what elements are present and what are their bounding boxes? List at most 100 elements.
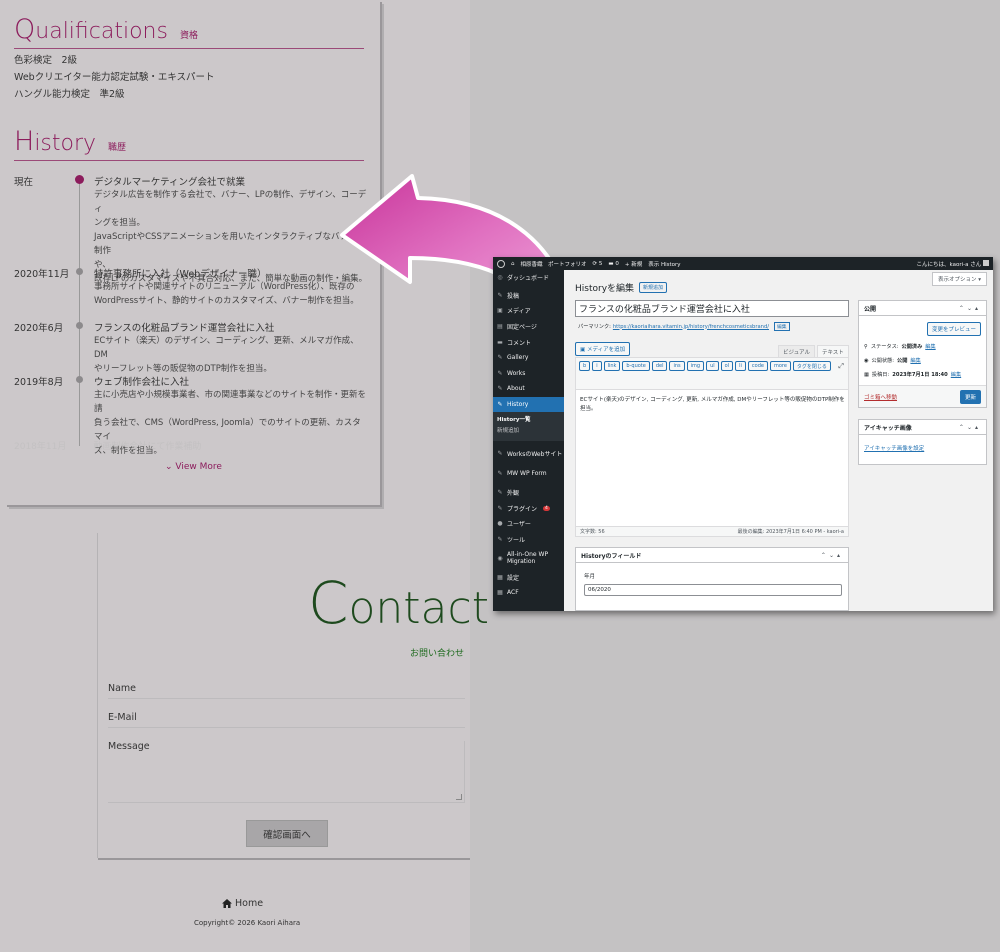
screen-options-button[interactable]: 表示オプション ▾ bbox=[931, 272, 987, 286]
wp-admin-bar: ⌂ 相原香織 ポートフォリオ ⟳ 5 ▬ 0 + 新規 表示 History こ… bbox=[493, 257, 993, 270]
comment-icon: ▬ bbox=[497, 338, 503, 346]
sidebar-item-plugins[interactable]: ✎ プラグイン 4 bbox=[493, 501, 564, 517]
qualifications-list: 色彩検定 2級 Webクリエイター能力認定試験・エキスパート ハングル能力検定 … bbox=[14, 52, 215, 103]
quicktag-button[interactable]: del bbox=[651, 361, 668, 371]
quicktag-button[interactable]: ul bbox=[706, 361, 719, 371]
wordpress-logo-icon bbox=[497, 259, 505, 268]
box-controls-icon[interactable]: ⌃⌄▴ bbox=[821, 552, 843, 559]
message-field[interactable]: Message bbox=[108, 741, 465, 803]
sidebar-item-pages[interactable]: ▤ 固定ページ bbox=[493, 319, 564, 335]
wrench-icon: ✎ bbox=[497, 536, 503, 544]
footer-home-link[interactable]: Home bbox=[222, 898, 263, 909]
pin-icon: ✎ bbox=[497, 401, 503, 409]
confirm-button[interactable]: 確認画面へ bbox=[246, 820, 328, 847]
sidebar-item-media[interactable]: ▣ メディア bbox=[493, 303, 564, 319]
sidebar-item-settings[interactable]: ▦ 設定 bbox=[493, 569, 564, 585]
sidebar-item-acf[interactable]: ▦ ACF bbox=[493, 585, 564, 601]
qualification-item: ハングル能力検定 準2級 bbox=[14, 89, 125, 100]
quicktag-button[interactable]: li bbox=[735, 361, 746, 371]
resize-handle-icon[interactable] bbox=[456, 794, 462, 800]
year-month-input[interactable]: 06/2020 bbox=[584, 584, 842, 596]
sidebar-item-appearance[interactable]: ✎ 外観 bbox=[493, 485, 564, 501]
pin-icon: ✎ bbox=[497, 469, 503, 477]
wordpress-editor-screenshot: ⌂ 相原香織 ポートフォリオ ⟳ 5 ▬ 0 + 新規 表示 History こ… bbox=[493, 257, 993, 611]
trash-link[interactable]: ゴミ箱へ移動 bbox=[864, 393, 897, 401]
dashboard-icon: ◎ bbox=[497, 274, 503, 282]
quicktag-button[interactable]: link bbox=[603, 361, 621, 371]
user-greeting[interactable]: こんにちは、kaori-a さん bbox=[917, 259, 989, 268]
sidebar-item-migration[interactable]: ◉ All-in-One WP Migration bbox=[493, 547, 564, 569]
page-title: Historyを編集 新規追加 bbox=[575, 281, 668, 294]
sidebar-item-users[interactable]: ● ユーザー bbox=[493, 516, 564, 532]
add-new-button[interactable]: 新規追加 bbox=[639, 282, 668, 293]
pin-icon: ✎ bbox=[497, 291, 503, 299]
contact-heading: Contact bbox=[308, 569, 489, 637]
quicktag-button[interactable]: i bbox=[592, 361, 602, 371]
add-media-button[interactable]: ▣ メディアを追加 bbox=[575, 342, 631, 356]
post-title-input[interactable]: フランスの化粧品ブランド運営会社に入社 bbox=[575, 300, 849, 317]
qualification-item: Webクリエイター能力認定試験・エキスパート bbox=[14, 72, 215, 83]
pin-icon: ✎ bbox=[497, 385, 503, 393]
preview-changes-button[interactable]: 変更をプレビュー bbox=[926, 322, 981, 336]
box-controls-icon[interactable]: ⌃⌄▴ bbox=[959, 305, 981, 312]
plugin-update-badge: 4 bbox=[543, 505, 550, 511]
view-more-link[interactable]: ⌄ View More bbox=[165, 462, 222, 472]
timeline-dot bbox=[76, 376, 83, 383]
sidebar-item-tools[interactable]: ✎ ツール bbox=[493, 532, 564, 548]
permalink-url[interactable]: https://kaoriaihara.vitamin.jp/history/f… bbox=[613, 324, 769, 330]
history-submenu: History一覧 新規追加 bbox=[493, 412, 564, 442]
fullscreen-icon[interactable]: ⤢ bbox=[838, 362, 844, 371]
name-field[interactable]: Name bbox=[108, 683, 465, 699]
migration-icon: ◉ bbox=[497, 554, 503, 562]
media-icon: ▣ bbox=[580, 347, 587, 353]
set-featured-image-link[interactable]: アイキャッチ画像を設定 bbox=[864, 444, 924, 452]
page-icon: ▤ bbox=[497, 323, 503, 331]
quicktags-toolbar: b i link b-quote del ins img ul ol li co… bbox=[576, 358, 848, 390]
quicktag-button[interactable]: タグを閉じる bbox=[792, 361, 831, 371]
visibility-edit-link[interactable]: 編集 bbox=[910, 357, 920, 364]
sidebar-item-gallery[interactable]: ✎ Gallery bbox=[493, 350, 564, 366]
date-edit-link[interactable]: 編集 bbox=[951, 371, 961, 378]
comments-icon[interactable]: ▬ 0 bbox=[608, 261, 618, 267]
plugin-icon: ✎ bbox=[497, 504, 503, 512]
sidebar-item-history[interactable]: ✎ History bbox=[493, 396, 564, 413]
qualification-item: 色彩検定 2級 bbox=[14, 55, 78, 66]
quicktag-button[interactable]: code bbox=[747, 361, 768, 371]
avatar bbox=[983, 259, 989, 266]
contact-card: Contact お問い合わせ Name E-Mail Message 確認画面へ bbox=[98, 533, 489, 858]
user-icon: ● bbox=[497, 520, 503, 528]
updates-icon[interactable]: ⟳ 5 bbox=[593, 261, 603, 267]
qualifications-heading: Qualifications 資格 bbox=[14, 14, 364, 49]
sidebar-item-posts[interactable]: ✎ 投稿 bbox=[493, 288, 564, 304]
quicktag-button[interactable]: ins bbox=[669, 361, 685, 371]
home-icon: ⌂ bbox=[511, 260, 515, 267]
new-content-button[interactable]: + 新規 bbox=[625, 260, 642, 268]
sidebar-item-comments[interactable]: ▬ コメント bbox=[493, 334, 564, 350]
submenu-item-add-new[interactable]: 新規追加 bbox=[497, 426, 564, 437]
quicktag-button[interactable]: b bbox=[579, 361, 591, 371]
submenu-item-history-list[interactable]: History一覧 bbox=[497, 415, 564, 426]
quicktag-button[interactable]: more bbox=[769, 361, 791, 371]
sidebar-item-works-website[interactable]: ✎ WorksのWebサイト bbox=[493, 441, 564, 465]
content-editor[interactable]: b i link b-quote del ins img ul ol li co… bbox=[575, 357, 849, 537]
sidebar-item-dashboard[interactable]: ◎ ダッシュボード bbox=[493, 270, 564, 286]
box-controls-icon[interactable]: ⌃⌄▴ bbox=[959, 424, 981, 431]
quicktag-button[interactable]: img bbox=[686, 361, 705, 371]
status-edit-link[interactable]: 編集 bbox=[925, 343, 935, 350]
timeline-dot bbox=[76, 268, 83, 275]
sidebar-item-works[interactable]: ✎ Works bbox=[493, 366, 564, 382]
quicktag-button[interactable]: b-quote bbox=[622, 361, 650, 371]
permalink: パーマリンク: https://kaoriaihara.vitamin.jp/h… bbox=[578, 322, 790, 331]
permalink-edit-button[interactable]: 編集 bbox=[773, 322, 790, 331]
email-field[interactable]: E-Mail bbox=[108, 712, 465, 728]
editor-content[interactable]: ECサイト(楽天)のデザイン, コーディング, 更新, メルマガ作成, DMやリ… bbox=[580, 396, 846, 414]
pin-icon: ✎ bbox=[497, 354, 503, 362]
history-fields-box: Historyのフィールド ⌃⌄▴ 年月 06/2020 bbox=[575, 547, 849, 611]
calendar-icon: ▦ bbox=[864, 371, 869, 378]
quicktag-button[interactable]: ol bbox=[720, 361, 734, 371]
update-button[interactable]: 更新 bbox=[959, 390, 981, 404]
pin-icon: ⚲ bbox=[864, 343, 868, 350]
sidebar-item-about[interactable]: ✎ About bbox=[493, 381, 564, 397]
copyright-text: Copyright© 2026 Kaori Aihara bbox=[194, 919, 301, 927]
sidebar-item-mw-wp-form[interactable]: ✎ MW WP Form bbox=[493, 465, 564, 481]
